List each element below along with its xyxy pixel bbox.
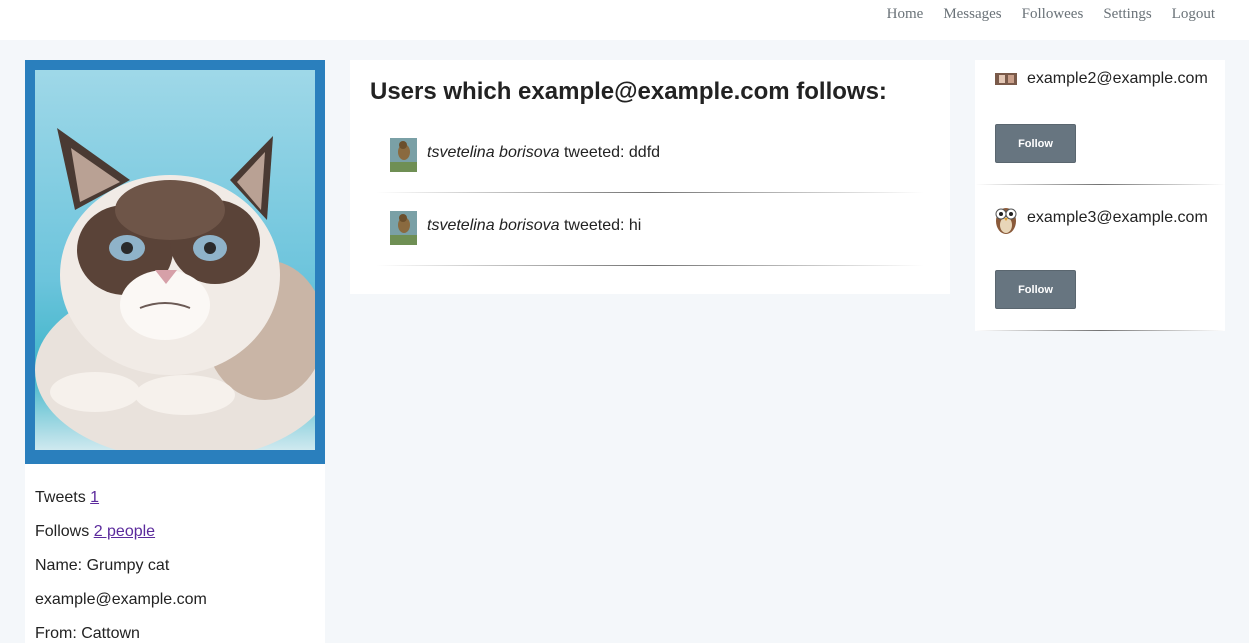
cat-image-icon xyxy=(35,128,315,450)
tweets-label: Tweets xyxy=(35,489,86,506)
tweet-body: hi xyxy=(628,217,642,234)
profile-location: From: Cattown xyxy=(35,625,140,642)
tweet-item: tsvetelina borisova tweeted: hi xyxy=(376,211,924,271)
user-avatar-icon xyxy=(390,211,417,245)
tweet-divider xyxy=(376,192,924,193)
nav-messages-link[interactable]: Messages xyxy=(943,6,1001,23)
nav-home-link[interactable]: Home xyxy=(887,6,924,23)
followees-panel: Users which example@example.com follows:… xyxy=(350,60,950,294)
profile-name: Name: Grumpy cat xyxy=(35,557,170,574)
tweet-text: tsvetelina borisova tweeted: hi xyxy=(427,217,641,235)
user-avatar-icon xyxy=(995,73,1017,85)
profile-card: Tweets 1 Follows 2 people Name: Grumpy c… xyxy=(25,60,325,643)
nav-followees-link[interactable]: Followees xyxy=(1022,6,1084,23)
owl-avatar-icon xyxy=(995,208,1017,234)
suggestion-divider xyxy=(975,330,1225,331)
tweet-body: ddfd xyxy=(628,144,661,161)
suggestion-email: example3@example.com xyxy=(1027,209,1208,226)
suggestions-panel: example2@example.com Follow example3@exa… xyxy=(975,60,1225,331)
profile-photo xyxy=(35,70,315,450)
tweet-author[interactable]: tsvetelina borisova xyxy=(427,217,560,234)
tweet-text: tsvetelina borisova tweeted: ddfd xyxy=(427,144,660,162)
follows-label: Follows xyxy=(35,523,90,540)
suggestion-divider xyxy=(975,184,1225,185)
tweet-verb: tweeted: xyxy=(559,217,629,234)
nav-logout-link[interactable]: Logout xyxy=(1172,6,1215,23)
profile-info: Tweets 1 Follows 2 people Name: Grumpy c… xyxy=(25,464,325,643)
tweet-divider xyxy=(376,265,924,266)
user-avatar-icon xyxy=(390,138,417,172)
tweet-verb: tweeted: xyxy=(559,144,629,161)
follows-count-link[interactable]: 2 people xyxy=(94,523,155,540)
follow-button[interactable]: Follow xyxy=(995,270,1076,309)
profile-email: example@example.com xyxy=(35,591,207,608)
profile-photo-frame xyxy=(25,60,325,464)
top-navbar: Home Messages Followees Settings Logout xyxy=(0,0,1249,40)
profile-tweets-row: Tweets 1 xyxy=(35,488,315,522)
follow-button[interactable]: Follow xyxy=(995,124,1076,163)
profile-follows-row: Follows 2 people xyxy=(35,522,315,556)
nav-settings-link[interactable]: Settings xyxy=(1103,6,1151,23)
tweet-item: tsvetelina borisova tweeted: ddfd xyxy=(376,138,924,198)
tweets-count-link[interactable]: 1 xyxy=(90,489,99,506)
page-title: Users which example@example.com follows: xyxy=(370,78,887,105)
main-nav: Home Messages Followees Settings Logout xyxy=(887,6,1215,23)
tweet-author[interactable]: tsvetelina borisova xyxy=(427,144,560,161)
suggestion-email: example2@example.com xyxy=(1027,70,1208,87)
